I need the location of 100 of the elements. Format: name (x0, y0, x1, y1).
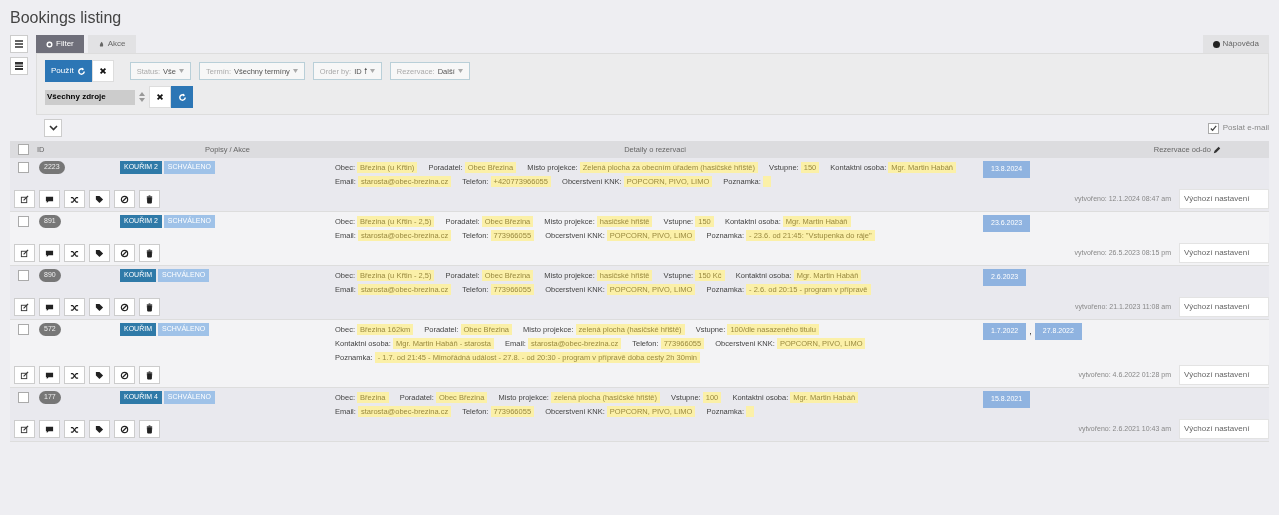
caret-icon (369, 69, 375, 74)
comment-icon (45, 370, 54, 380)
checkbox[interactable] (18, 144, 29, 156)
shuffle-button[interactable] (64, 244, 85, 263)
checkbox[interactable] (18, 323, 29, 335)
preset-select[interactable]: Výchozí nastavení (1179, 243, 1269, 264)
clear-button[interactable] (149, 86, 171, 109)
refresh-icon (177, 92, 187, 102)
refresh-button[interactable] (171, 86, 193, 109)
preset-select[interactable]: Výchozí nastavení (1179, 297, 1269, 318)
list-icon (14, 39, 24, 50)
ban-icon (120, 194, 129, 204)
tag-icon (95, 370, 104, 380)
edit-button[interactable] (14, 420, 35, 439)
edit-icon (20, 370, 29, 380)
help-icon (1212, 40, 1220, 48)
trash-icon (145, 194, 154, 204)
tab[interactable]: Akce (87, 35, 136, 54)
ban-icon (120, 248, 129, 258)
block-button[interactable] (114, 244, 135, 263)
ban-icon (120, 302, 129, 312)
delete-button[interactable] (139, 420, 160, 439)
caret-icon (457, 69, 463, 74)
shuffle-icon (70, 248, 79, 258)
shuffle-icon (70, 302, 79, 312)
expand-button[interactable] (44, 119, 62, 138)
edit-button[interactable] (14, 244, 35, 263)
checkbox[interactable] (18, 161, 29, 173)
shuffle-button[interactable] (64, 190, 85, 209)
close-icon (156, 93, 164, 102)
edit-icon (20, 194, 29, 204)
date-separator: , (1029, 324, 1032, 338)
preset-select[interactable]: Výchozí nastavení (1179, 365, 1269, 386)
shuffle-button[interactable] (64, 420, 85, 439)
tag-button[interactable] (89, 190, 110, 209)
shuffle-icon (70, 370, 79, 380)
trash-icon (145, 302, 154, 312)
pencil-icon[interactable] (1213, 146, 1221, 155)
clear-button[interactable] (91, 60, 114, 83)
chevron-down-icon (48, 125, 58, 132)
caret-icon (179, 69, 184, 74)
preset-select[interactable]: Výchozí nastavení (1179, 419, 1269, 440)
source-select[interactable]: Všechny zdroje (45, 89, 135, 105)
edit-button[interactable] (14, 366, 35, 385)
shuffle-button[interactable] (64, 298, 85, 317)
caret-icon (292, 69, 298, 74)
help-tab[interactable]: Nápověda (1202, 35, 1269, 54)
close-icon (98, 67, 107, 76)
edit-icon (20, 424, 29, 434)
checkbox[interactable] (18, 391, 29, 403)
checkbox[interactable] (1207, 122, 1219, 134)
block-button[interactable] (114, 420, 135, 439)
apply-button[interactable]: Použít (45, 60, 92, 83)
gear-icon (46, 40, 53, 48)
page-title: Bookings listing (10, 8, 123, 28)
checkbox[interactable] (18, 269, 29, 281)
comment-button[interactable] (39, 366, 60, 385)
block-button[interactable] (114, 190, 135, 209)
trash-icon (145, 248, 154, 258)
tag-icon (95, 194, 104, 204)
comment-button[interactable] (39, 244, 60, 263)
tag-button[interactable] (89, 366, 110, 385)
delete-button[interactable] (139, 298, 160, 317)
checkbox-label: Poslat e-mail (1222, 122, 1269, 135)
shuffle-button[interactable] (64, 366, 85, 385)
edit-button[interactable] (14, 298, 35, 317)
tag-button[interactable] (89, 298, 110, 317)
comment-button[interactable] (39, 190, 60, 209)
comment-button[interactable] (39, 420, 60, 439)
delete-button[interactable] (139, 244, 160, 263)
shuffle-icon (70, 194, 79, 204)
empty-value-highlight (746, 406, 755, 418)
delete-button[interactable] (139, 190, 160, 209)
delete-button[interactable] (139, 366, 160, 385)
empty-value-highlight (763, 176, 772, 188)
tag-button[interactable] (89, 420, 110, 439)
edit-icon (20, 302, 29, 312)
tab[interactable]: Filter (36, 35, 84, 54)
ban-icon (120, 370, 129, 380)
comment-icon (45, 424, 54, 434)
edit-button[interactable] (14, 190, 35, 209)
block-button[interactable] (114, 298, 135, 317)
tag-icon (95, 302, 104, 312)
trash-icon (145, 370, 154, 380)
tag-button[interactable] (89, 244, 110, 263)
comment-icon (45, 302, 54, 312)
block-button[interactable] (114, 366, 135, 385)
flame-icon (97, 40, 105, 48)
tag-icon (95, 424, 104, 434)
ban-icon (120, 424, 129, 434)
comment-icon (45, 248, 54, 258)
trash-icon (145, 424, 154, 434)
list-view-button[interactable] (10, 35, 28, 54)
edit-icon (20, 248, 29, 258)
grid-view-button[interactable] (10, 57, 28, 76)
checkbox[interactable] (18, 215, 29, 227)
comment-button[interactable] (39, 298, 60, 317)
preset-select[interactable]: Výchozí nastavení (1179, 189, 1269, 210)
refresh-icon (76, 66, 86, 76)
table-icon (14, 61, 24, 72)
